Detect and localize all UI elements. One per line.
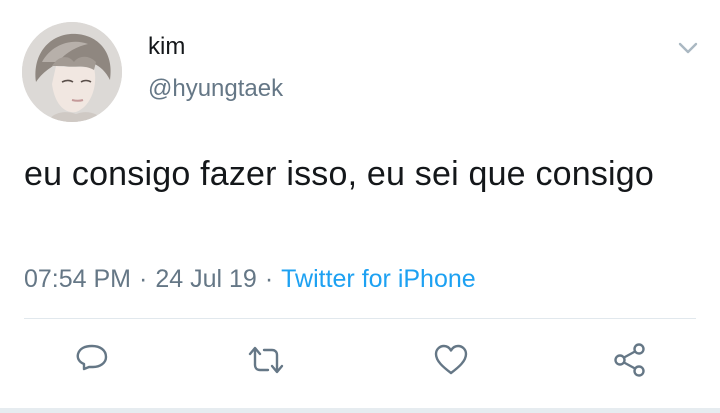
heart-icon <box>434 344 468 375</box>
avatar[interactable] <box>22 22 122 122</box>
avatar-image <box>22 22 122 122</box>
divider <box>24 318 696 319</box>
user-handle[interactable]: @hyungtaek <box>148 72 283 106</box>
meta-separator: · <box>139 265 148 293</box>
display-name[interactable]: kim <box>148 30 185 64</box>
share-icon <box>614 343 645 377</box>
reply-icon <box>76 344 108 371</box>
tweet-meta: 07:54 PM · 24 Jul 19 · Twitter for iPhone <box>24 262 476 296</box>
tweet-source-link[interactable]: Twitter for iPhone <box>281 265 476 293</box>
tweet-text: eu consigo fazer isso, eu sei que consig… <box>24 155 655 193</box>
bottom-border <box>0 408 720 413</box>
reply-button[interactable] <box>72 340 112 380</box>
tweet-date: 24 Jul 19 <box>155 265 257 293</box>
meta-separator: · <box>264 265 274 293</box>
retweet-button[interactable] <box>246 340 286 380</box>
retweet-icon <box>248 346 284 374</box>
chevron-down-icon[interactable] <box>676 38 700 58</box>
tweet-time: 07:54 PM <box>24 265 132 293</box>
like-button[interactable] <box>431 340 471 380</box>
action-bar <box>0 340 720 390</box>
tweet-card: kim @hyungtaek eu consigo fazer isso, eu… <box>0 0 720 413</box>
share-button[interactable] <box>610 340 650 380</box>
